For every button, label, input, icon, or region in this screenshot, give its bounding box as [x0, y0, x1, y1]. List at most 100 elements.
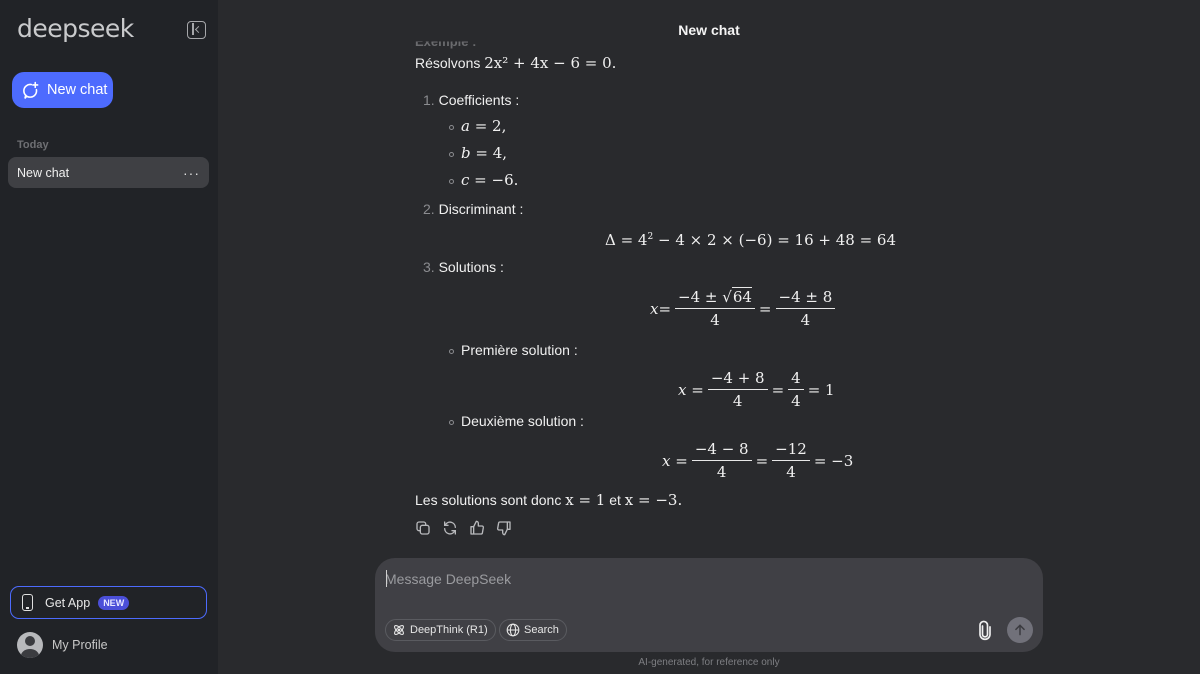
- conclusion-text: Les solutions sont donc: [415, 492, 566, 508]
- thumbs-up-icon[interactable]: [469, 520, 485, 536]
- conclusion-line: Les solutions sont donc x = 1 et x = −3.: [415, 491, 682, 509]
- fraction: −4 ± 8 4: [775, 288, 836, 329]
- denominator: 4: [732, 392, 743, 410]
- numerator: −4 + 8: [707, 369, 768, 390]
- new-chat-icon: [23, 81, 39, 99]
- disclaimer: AI-generated, for reference only: [638, 657, 780, 668]
- paperclip-icon[interactable]: [975, 620, 995, 642]
- step-label: Solutions :: [438, 259, 504, 275]
- fraction: 4 4: [788, 369, 804, 410]
- thumbs-down-icon[interactable]: [496, 520, 512, 536]
- deepthink-toggle[interactable]: DeepThink (R1): [385, 619, 496, 641]
- discriminant-equation: Δ = 42 − 4 × 2 × (−6) = 16 + 48 = 64: [605, 231, 896, 249]
- sqrt-value: 64: [731, 287, 752, 306]
- search-toggle[interactable]: Search: [499, 619, 567, 641]
- step-discriminant: 2. Discriminant :: [423, 201, 523, 217]
- step-number: 3.: [423, 259, 435, 275]
- var: a: [461, 117, 470, 135]
- second-solution-label: Deuxième solution :: [461, 413, 584, 429]
- fraction: −4 − 8 4: [691, 440, 752, 481]
- bullet: [449, 151, 454, 157]
- delta: Δ = 4: [605, 231, 648, 249]
- first-solution-equation: x = −4 + 8 4 = 4 4 = 1: [678, 369, 835, 410]
- value: = −6.: [469, 171, 519, 189]
- numerator: −12: [772, 440, 810, 461]
- equals: =: [658, 299, 672, 318]
- send-button[interactable]: [1007, 617, 1033, 643]
- fraction: −4 + 8 4: [707, 369, 768, 410]
- collapse-sidebar-icon[interactable]: [187, 21, 206, 39]
- bullet: [449, 419, 454, 425]
- more-options-icon[interactable]: ···: [183, 165, 200, 181]
- get-app-label: Get App: [45, 595, 91, 610]
- var: x: [678, 380, 687, 399]
- section-label-today: Today: [17, 139, 49, 151]
- coefficient-b: b = 4,: [449, 144, 507, 162]
- numerator: −4 − 8: [691, 440, 752, 461]
- copy-icon[interactable]: [415, 520, 431, 536]
- conclusion-math: x = 1: [565, 491, 606, 509]
- step-number: 1.: [423, 92, 435, 108]
- deepseek-logo[interactable]: deepseek: [17, 14, 134, 43]
- first-solution-label: Première solution :: [461, 342, 578, 358]
- var: b: [461, 144, 471, 162]
- bullet: [449, 178, 454, 184]
- num-part: −4 ±: [678, 288, 723, 306]
- bullet: [449, 124, 454, 130]
- atom-icon: [394, 625, 404, 635]
- chat-history-item[interactable]: New chat ···: [8, 157, 209, 188]
- delta-rest: − 4 × 2 × (−6) = 16 + 48 = 64: [653, 231, 897, 249]
- intro-line: Résolvons 2x² + 4x − 6 = 0.: [415, 54, 616, 72]
- value: = 2,: [469, 117, 507, 135]
- denominator: 4: [716, 463, 727, 481]
- my-profile-button[interactable]: My Profile: [17, 632, 108, 658]
- sidebar: deepseek New chat Today New chat ··· Get…: [0, 0, 218, 674]
- step-label: Coefficients :: [438, 92, 520, 108]
- intro-text: Résolvons: [415, 55, 481, 71]
- denominator: 4: [791, 392, 801, 410]
- var: x: [662, 451, 671, 470]
- new-badge: NEW: [98, 595, 130, 610]
- general-solution-equation: x = −4 ± √64 4 = −4 ± 8 4: [650, 287, 839, 329]
- numerator: −4 ± √64: [675, 287, 755, 309]
- second-solution-label-row: Deuxième solution :: [449, 413, 584, 429]
- result: = 1: [807, 380, 835, 399]
- message-input[interactable]: [385, 568, 1025, 590]
- numerator: −4 ± 8: [775, 288, 836, 309]
- regenerate-icon[interactable]: [442, 520, 458, 536]
- message-actions: [415, 520, 512, 536]
- fraction: −4 ± √64 4: [675, 287, 755, 329]
- value: = 4,: [470, 144, 508, 162]
- step-number: 2.: [423, 201, 435, 217]
- new-chat-label: New chat: [47, 82, 108, 98]
- second-solution-equation: x = −4 − 8 4 = −12 4 = −3: [662, 440, 854, 481]
- globe-icon: [506, 623, 520, 637]
- conclusion-math: x = −3.: [624, 491, 683, 509]
- denominator: 4: [786, 463, 796, 481]
- avatar: [17, 632, 43, 658]
- var: x: [650, 299, 659, 318]
- arrow-up-icon: [1015, 624, 1025, 636]
- search-label: Search: [524, 624, 559, 636]
- text-caret: [386, 570, 387, 587]
- conclusion-text: et: [605, 492, 625, 508]
- denominator: 4: [710, 311, 720, 329]
- phone-icon: [22, 594, 33, 611]
- bullet: [449, 348, 454, 354]
- get-app-button[interactable]: Get App NEW: [10, 586, 207, 619]
- deepthink-label: DeepThink (R1): [410, 624, 488, 636]
- denominator: 4: [800, 311, 811, 329]
- page-title: New chat: [678, 22, 740, 38]
- new-chat-button[interactable]: New chat: [12, 72, 113, 108]
- profile-label: My Profile: [52, 638, 108, 652]
- result: = −3: [813, 451, 854, 470]
- chat-title: New chat: [17, 165, 70, 180]
- fraction: −12 4: [772, 440, 810, 481]
- main-panel: New chat Exemple : Résolvons 2x² + 4x − …: [218, 0, 1200, 674]
- numerator: 4: [788, 369, 804, 390]
- first-solution-label-row: Première solution :: [449, 342, 578, 358]
- coefficient-c: c = −6.: [449, 171, 518, 189]
- coefficient-a: a = 2,: [449, 117, 506, 135]
- step-solutions: 3. Solutions :: [423, 259, 504, 275]
- step-coefficients: 1. Coefficients :: [423, 92, 519, 108]
